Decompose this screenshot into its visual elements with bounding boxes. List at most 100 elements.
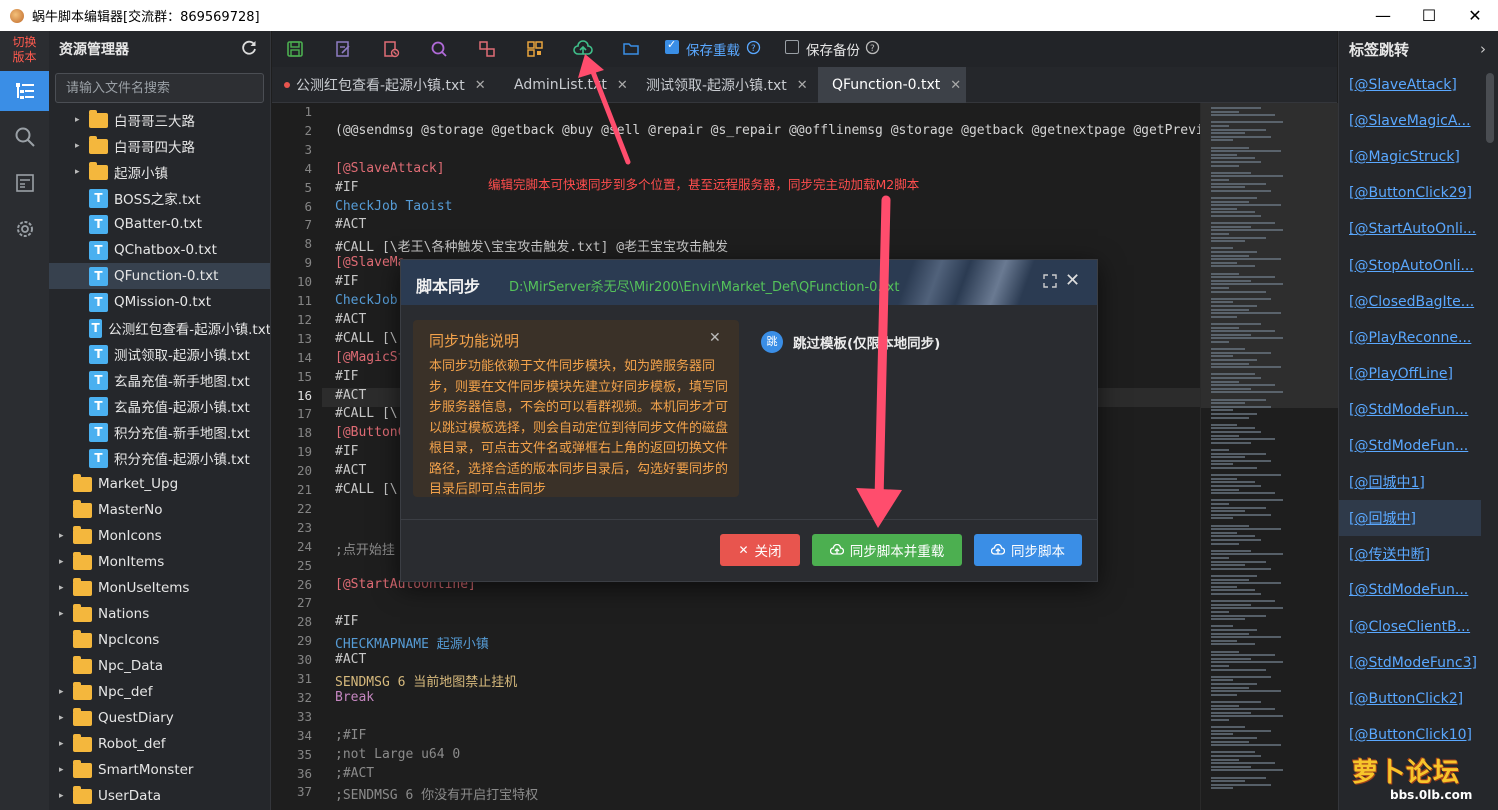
code-line[interactable]: #ACT	[335, 217, 366, 232]
minimize-button[interactable]: —	[1360, 0, 1406, 31]
code-line[interactable]: ;点开始挂	[335, 539, 395, 558]
tree-file-item[interactable]: T 玄晶充值-新手地图.txt	[49, 367, 270, 393]
code-line[interactable]: #IF	[335, 614, 358, 629]
bookmark-link[interactable]: [@ButtonClick10]	[1339, 717, 1481, 753]
bookmark-link[interactable]: [@StdModeFunc3]	[1339, 645, 1481, 681]
tree-folder-item[interactable]: ▸ 白哥哥三大路	[49, 107, 270, 133]
tree-file-item[interactable]: T QFunction-0.txt	[49, 263, 270, 289]
collapse-chevron-icon[interactable]: ›	[1480, 40, 1486, 58]
bookmark-link[interactable]: [@回城中]	[1339, 500, 1481, 537]
tree-folder-item[interactable]: ▸ 起源小镇	[49, 159, 270, 185]
code-line[interactable]: #CALL [\	[335, 406, 398, 421]
tree-folder-item[interactable]: ▸ Npc_def	[49, 679, 270, 705]
code-line[interactable]: [@MagicSt	[335, 350, 405, 365]
code-line[interactable]: [@SlaveMa	[335, 255, 405, 270]
tree-file-item[interactable]: T 积分充值-新手地图.txt	[49, 419, 270, 445]
expand-arrow-icon[interactable]: ▸	[59, 531, 64, 541]
find-button[interactable]	[428, 38, 450, 60]
editor-tab[interactable]: QFunction-0.txt ✕	[818, 67, 966, 103]
expand-arrow-icon[interactable]: ▸	[75, 115, 80, 125]
format-activity-button[interactable]	[0, 163, 49, 203]
skip-template-option[interactable]: 跳 跳过模板(仅限本地同步)	[761, 331, 940, 353]
bookmark-link[interactable]: [@传送中断]	[1339, 536, 1481, 572]
tab-close-icon[interactable]: ✕	[797, 78, 808, 93]
bookmark-link[interactable]: [@SlaveMagicA...	[1339, 103, 1481, 139]
tree-folder-item[interactable]: ▸ MonItems	[49, 549, 270, 575]
bookmark-scrollbar[interactable]	[1486, 73, 1494, 143]
expand-arrow-icon[interactable]: ▸	[75, 167, 80, 177]
fullscreen-icon[interactable]	[1042, 273, 1058, 293]
file-search-input[interactable]	[55, 73, 264, 103]
maximize-button[interactable]: ☐	[1406, 0, 1452, 31]
save-button[interactable]	[284, 38, 306, 60]
minimap[interactable]	[1200, 103, 1338, 810]
tree-file-item[interactable]: T QChatbox-0.txt	[49, 237, 270, 263]
code-line[interactable]: #IF	[335, 180, 358, 195]
bookmark-link[interactable]: [@CloseClientB...	[1339, 609, 1481, 645]
tree-folder-item[interactable]: ▸ MonUseItems	[49, 575, 270, 601]
expand-arrow-icon[interactable]: ▸	[59, 791, 64, 801]
settings-activity-button[interactable]	[0, 209, 49, 249]
save-reload-help-icon[interactable]: ?	[746, 40, 761, 59]
sync-button[interactable]: 同步脚本	[974, 534, 1082, 566]
code-line[interactable]: [@SlaveAttack]	[335, 161, 445, 176]
expand-arrow-icon[interactable]: ▸	[59, 739, 64, 749]
qrcode-button[interactable]	[524, 38, 546, 60]
code-line[interactable]: #IF	[335, 274, 358, 289]
bookmark-link[interactable]: [@ClosedBagIte...	[1339, 284, 1481, 320]
tree-file-item[interactable]: T 积分充值-起源小镇.txt	[49, 445, 270, 471]
code-line[interactable]: #ACT	[335, 388, 366, 403]
tree-folder-item[interactable]: ▸ QuestDiary	[49, 705, 270, 731]
dialog-close-button[interactable]: ✕ 关闭	[720, 534, 800, 566]
tree-file-item[interactable]: T 玄晶充值-起源小镇.txt	[49, 393, 270, 419]
bookmark-link[interactable]: [@回城中1]	[1339, 464, 1481, 500]
code-line[interactable]: #ACT	[335, 652, 366, 667]
code-line[interactable]: CHECKMAPNAME 起源小镇	[335, 633, 489, 652]
tab-close-icon[interactable]: ✕	[475, 78, 486, 93]
code-line[interactable]: ;SENDMSG 6 你没有开启打宝特权	[335, 784, 538, 803]
tree-folder-item[interactable]: ▸ Robot_def	[49, 731, 270, 757]
edit-file-button[interactable]	[332, 38, 354, 60]
code-line[interactable]: (@@sendmsg @storage @getback @buy @sell …	[335, 123, 1200, 138]
bookmark-link[interactable]: [@StartAutoOnli...	[1339, 211, 1481, 247]
expand-arrow-icon[interactable]: ▸	[75, 141, 80, 151]
switch-version-button[interactable]: 切换 版本	[0, 35, 49, 65]
editor-tab[interactable]: AdminList.txt ✕	[500, 67, 628, 103]
explorer-activity-button[interactable]	[0, 71, 49, 111]
save-reload-checkbox[interactable]	[665, 38, 679, 54]
sync-upload-button[interactable]	[572, 38, 594, 60]
expand-arrow-icon[interactable]: ▸	[59, 557, 64, 567]
code-line[interactable]: CheckJob Taoist	[335, 199, 452, 214]
code-line[interactable]: #CALL [\老王\各种触发\宝宝攻击触发.txt] @老王宝宝攻击触发	[335, 236, 728, 255]
dialog-close-icon[interactable]: ✕	[1065, 270, 1080, 291]
bookmark-link[interactable]: [@MagicStruck]	[1339, 139, 1481, 175]
tree-folder-item[interactable]: ▸ Nations	[49, 601, 270, 627]
tree-folder-item[interactable]: Market_Upg	[49, 471, 270, 497]
bookmark-link[interactable]: [@StdModeFun...	[1339, 392, 1481, 428]
replace-button[interactable]	[476, 38, 498, 60]
tree-file-item[interactable]: T 测试领取-起源小镇.txt	[49, 341, 270, 367]
code-line[interactable]: CheckJob	[335, 293, 398, 308]
refresh-button[interactable]	[240, 39, 258, 61]
save-backup-help-icon[interactable]: ?	[865, 40, 880, 59]
tab-close-icon[interactable]: ✕	[617, 78, 628, 93]
code-line[interactable]: #ACT	[335, 463, 366, 478]
tree-file-item[interactable]: T BOSS之家.txt	[49, 185, 270, 211]
code-line[interactable]: [@ButtonC	[335, 425, 405, 440]
tree-file-item[interactable]: T QMission-0.txt	[49, 289, 270, 315]
close-window-button[interactable]: ✕	[1452, 0, 1498, 31]
bookmark-link[interactable]: [@ButtonClick2]	[1339, 681, 1481, 717]
code-line[interactable]: #CALL [\	[335, 482, 398, 497]
tab-close-icon[interactable]: ✕	[950, 78, 961, 93]
code-line[interactable]: SENDMSG 6 当前地图禁止挂机	[335, 671, 517, 690]
code-line[interactable]: #IF	[335, 444, 358, 459]
expand-arrow-icon[interactable]: ▸	[59, 609, 64, 619]
bookmark-link[interactable]: [@StdModeFun...	[1339, 428, 1481, 464]
tree-folder-item[interactable]: ▸ UserData	[49, 783, 270, 809]
note-close-icon[interactable]: ✕	[709, 330, 721, 346]
editor-tab[interactable]: 公测红包查看-起源小镇.txt ✕	[274, 67, 496, 103]
bookmark-link[interactable]: [@SlaveAttack]	[1339, 67, 1481, 103]
code-line[interactable]: #CALL [\	[335, 331, 398, 346]
open-folder-button[interactable]	[620, 38, 642, 60]
save-backup-checkbox[interactable]	[785, 40, 799, 54]
